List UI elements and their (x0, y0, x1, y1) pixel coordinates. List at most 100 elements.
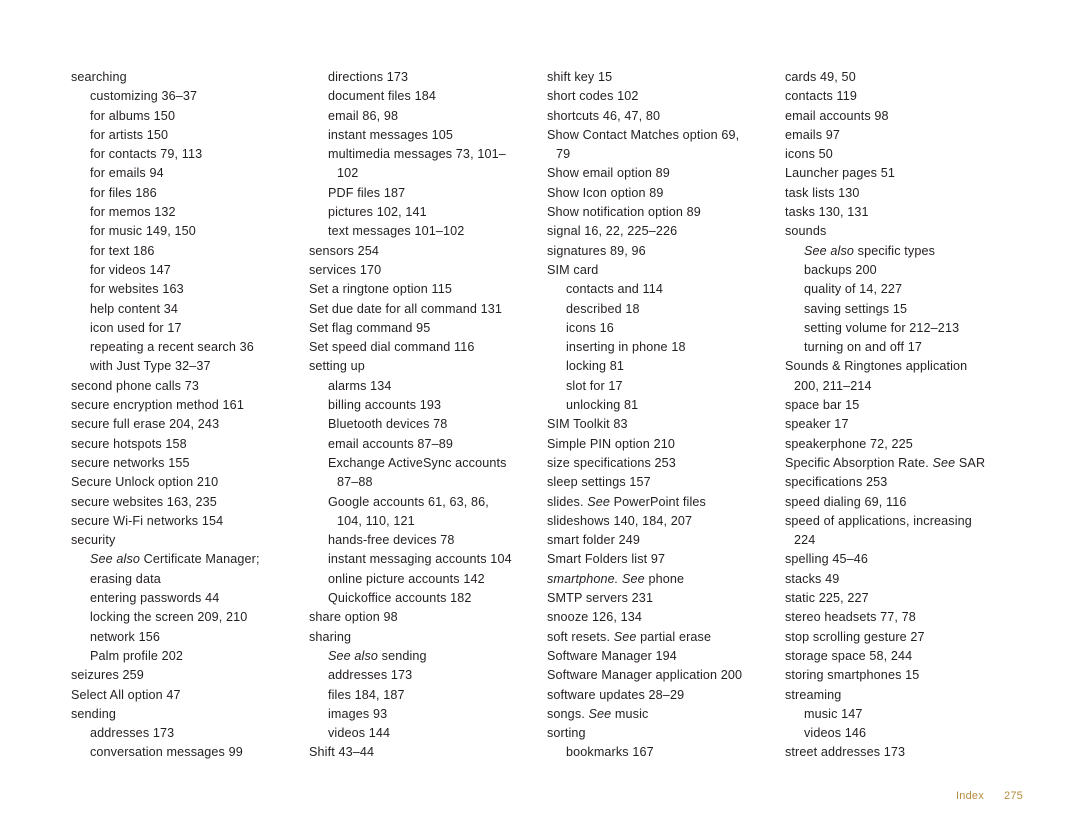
index-entry: sharing (309, 628, 533, 647)
index-entry-text: PowerPoint files (613, 494, 706, 509)
index-entry: specifications 253 (785, 473, 1009, 492)
index-entry-text: multimedia messages 73, 101– (328, 147, 506, 162)
footer-label: Index (955, 790, 984, 802)
index-entry-text: storage space 58, 244 (785, 648, 913, 663)
index-entry-text: SAR (958, 455, 986, 470)
index-entry: spelling 45–46 (785, 550, 1009, 569)
index-columns: searching customizing 36–37 for albums 150… (71, 68, 1023, 763)
index-entry-text: seizures 259 (71, 668, 144, 683)
index-entry: soft resets. See partial erase (547, 628, 771, 647)
index-entry-text: quality of 14, 227 (804, 282, 903, 297)
index-entry: email accounts 87–89 (309, 435, 533, 454)
index-entry-text: help content 34 (90, 301, 179, 316)
index-entry-text: sorting (547, 726, 586, 741)
index-entry-text: slot for 17 (566, 378, 623, 393)
index-entry: sounds (785, 222, 1009, 241)
index-entry: network 156 (71, 628, 295, 647)
index-entry: contacts and 114 (547, 280, 771, 299)
index-entry-text: storing smartphones 15 (785, 668, 920, 683)
index-entry: customizing 36–37 (71, 87, 295, 106)
index-entry: shortcuts 46, 47, 80 (547, 107, 771, 126)
index-entry-text: Exchange ActiveSync accounts (328, 455, 507, 470)
index-entry-text: erasing data (90, 571, 161, 586)
index-entry-text: searching (71, 70, 127, 84)
index-entry: services 170 (309, 261, 533, 280)
index-entry: stereo headsets 77, 78 (785, 608, 1009, 627)
index-entry: 79 (547, 145, 771, 164)
index-entry-text: songs. (547, 706, 589, 721)
index-entry: tasks 130, 131 (785, 203, 1009, 222)
index-entry-text: signatures 89, 96 (547, 243, 646, 258)
index-entry: secure full erase 204, 243 (71, 415, 295, 434)
index-entry: quality of 14, 227 (785, 280, 1009, 299)
index-entry-text: music (614, 706, 649, 721)
index-entry-text: slides. (547, 494, 588, 509)
index-entry: Set flag command 95 (309, 319, 533, 338)
index-entry-text: email 86, 98 (328, 108, 399, 123)
index-entry-text: task lists 130 (785, 185, 860, 200)
index-entry: Bluetooth devices 78 (309, 415, 533, 434)
index-entry-text: contacts and 114 (566, 282, 664, 297)
index-entry-text: music 147 (804, 706, 863, 721)
index-entry-text: setting up (309, 359, 365, 374)
index-entry: Shift 43–44 (309, 743, 533, 762)
index-entry: cards 49, 50 (785, 68, 1009, 87)
index-entry: Set due date for all command 131 (309, 300, 533, 319)
see-also-label: See also (328, 648, 379, 663)
index-entry: secure websites 163, 235 (71, 493, 295, 512)
index-entry-text: short codes 102 (547, 89, 639, 104)
index-entry: speaker 17 (785, 415, 1009, 434)
index-entry: Secure Unlock option 210 (71, 473, 295, 492)
index-entry: Google accounts 61, 63, 86, (309, 493, 533, 512)
index-entry: 104, 110, 121 (309, 512, 533, 531)
index-entry: multimedia messages 73, 101– (309, 145, 533, 164)
index-entry: second phone calls 73 (71, 377, 295, 396)
index-entry-text: speed dialing 69, 116 (785, 494, 907, 509)
index-entry-text: partial erase (640, 629, 712, 644)
index-entry: 200, 211–214 (785, 377, 1009, 396)
index-entry: for websites 163 (71, 280, 295, 299)
index-entry: described 18 (547, 300, 771, 319)
index-entry-text: repeating a recent search 36 (90, 340, 254, 355)
index-entry-text: locking 81 (566, 359, 624, 374)
index-entry: static 225, 227 (785, 589, 1009, 608)
index-entry: signal 16, 22, 225–226 (547, 222, 771, 241)
index-entry: See also sending (309, 647, 533, 666)
index-entry: icon used for 17 (71, 319, 295, 338)
index-entry-text: size specifications 253 (547, 455, 676, 470)
index-column-4: cards 49, 50 contacts 119 email accounts 9… (785, 68, 1023, 763)
index-entry-text: streaming (785, 687, 842, 702)
index-entry-text: online picture accounts 142 (328, 571, 485, 586)
index-entry-text: for websites 163 (90, 282, 184, 297)
index-entry-text: billing accounts 193 (328, 398, 442, 413)
index-entry: sorting (547, 724, 771, 743)
index-entry: bookmarks 167 (547, 743, 771, 762)
index-entry-text: Show email option 89 (547, 166, 670, 181)
see-reference: smartphone. See (547, 571, 649, 586)
index-entry: software updates 28–29 (547, 686, 771, 705)
index-entry: backups 200 (785, 261, 1009, 280)
index-entry: instant messaging accounts 104 (309, 550, 533, 569)
index-entry-text: software updates 28–29 (547, 687, 685, 702)
index-entry: Specific Absorption Rate. See SAR (785, 454, 1009, 473)
index-entry-text: stereo headsets 77, 78 (785, 610, 916, 625)
index-entry: pictures 102, 141 (309, 203, 533, 222)
index-entry-text: Smart Folders list 97 (547, 552, 666, 567)
index-entry-text: contacts 119 (785, 89, 857, 104)
index-entry-text: secure encryption method 161 (71, 398, 244, 413)
index-entry-text: instant messages 105 (328, 127, 454, 142)
index-entry-text: for albums 150 (90, 108, 176, 123)
index-entry: 87–88 (309, 473, 533, 492)
index-entry: addresses 173 (71, 724, 295, 743)
index-entry-text: stop scrolling gesture 27 (785, 629, 925, 644)
index-entry-text: customizing 36–37 (90, 89, 198, 104)
index-entry: SMTP servers 231 (547, 589, 771, 608)
index-entry: SIM card (547, 261, 771, 280)
index-entry-text: Select All option 47 (71, 687, 181, 702)
index-entry-text: document files 184 (328, 89, 436, 104)
index-entry-text: images 93 (328, 706, 388, 721)
index-entry: music 147 (785, 705, 1009, 724)
index-entry-text: cards 49, 50 (785, 70, 856, 84)
index-entry-text: soft resets. (547, 629, 614, 644)
index-entry: snooze 126, 134 (547, 608, 771, 627)
